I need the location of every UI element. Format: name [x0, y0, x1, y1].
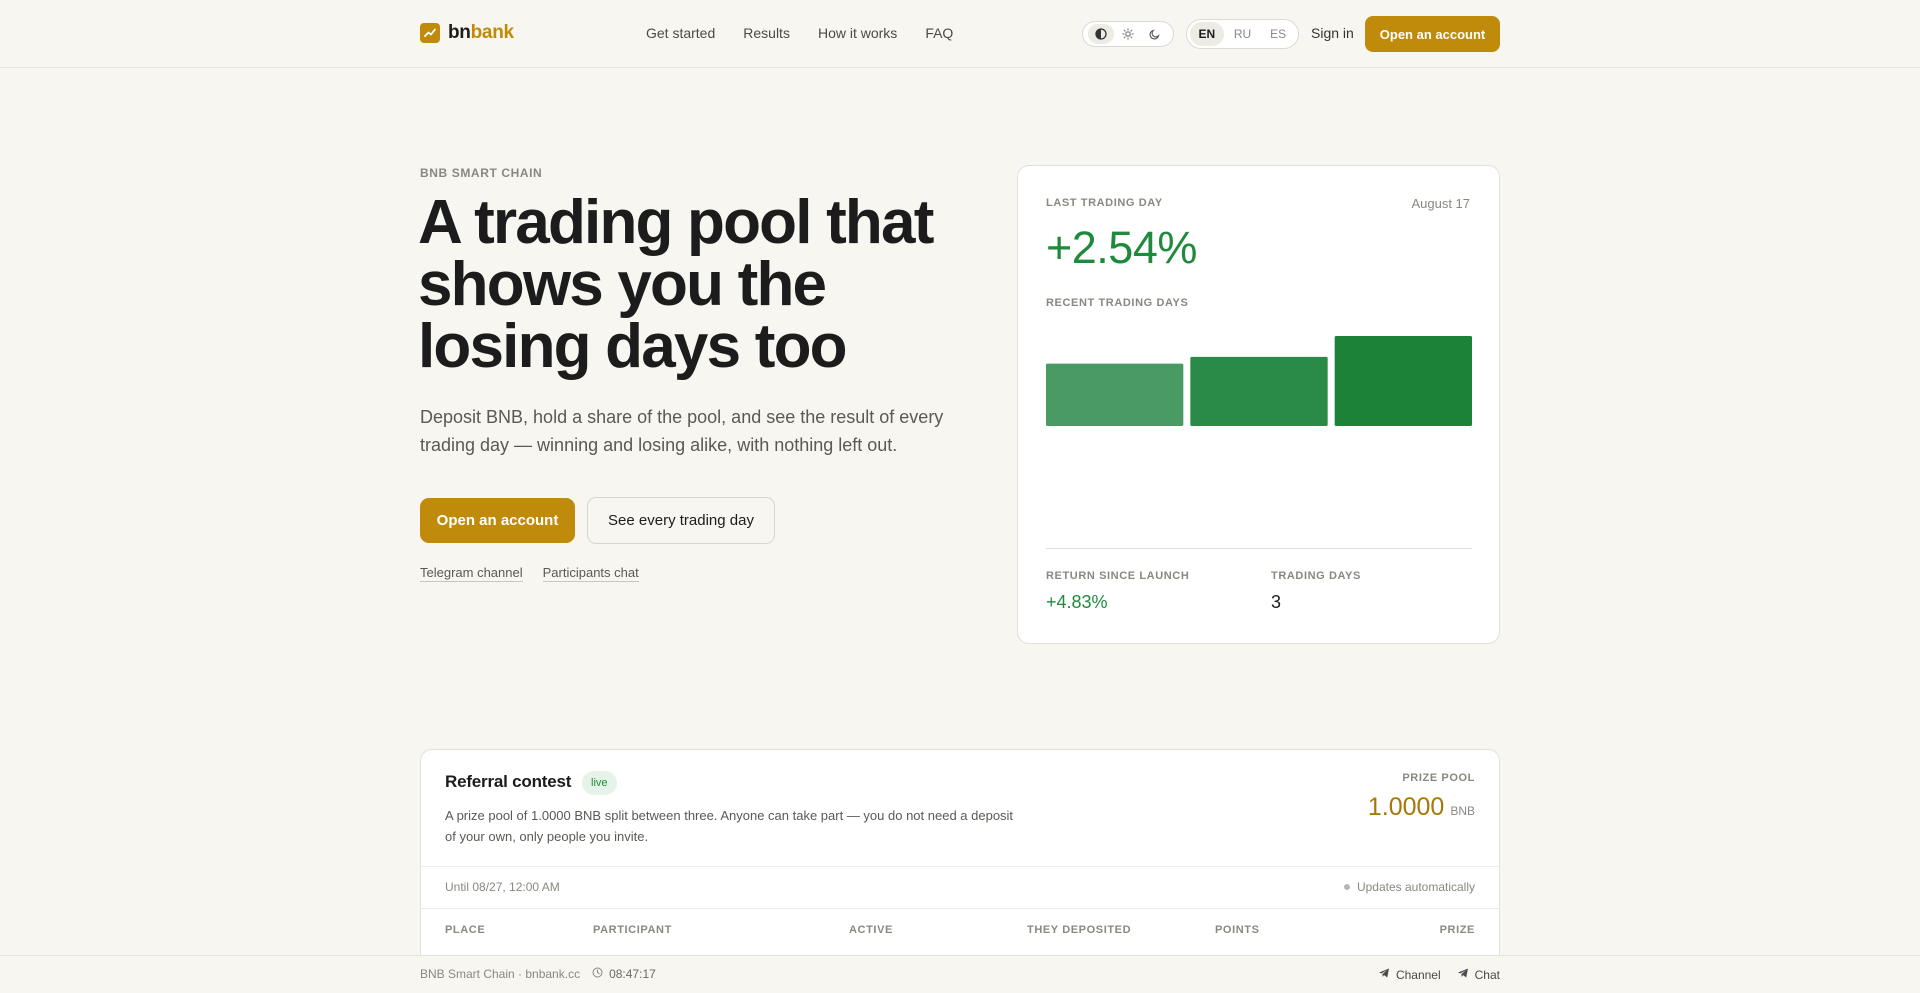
column-points: POINTS: [1215, 924, 1260, 936]
footer-chat-label: Chat: [1474, 967, 1500, 982]
live-badge: live: [582, 771, 617, 795]
telegram-channel-link[interactable]: Telegram channel: [420, 565, 523, 582]
contest-title: Referral contest: [445, 772, 572, 791]
nav-faq[interactable]: FAQ: [925, 25, 953, 41]
sun-icon[interactable]: [1115, 24, 1141, 44]
prize-pool-value: 1.0000 BNB: [1368, 793, 1475, 822]
column-they-deposited: THEY DEPOSITED: [1027, 924, 1132, 936]
brand-name-accent: bank: [470, 22, 514, 43]
column-place: PLACE: [445, 924, 486, 936]
lang-ru[interactable]: RU: [1226, 22, 1260, 46]
hero-headline: A trading pool that shows you the losing…: [418, 188, 934, 381]
column-active: ACTIVE: [849, 924, 893, 936]
return-since-launch-value: +4.83%: [1046, 592, 1108, 612]
contrast-icon[interactable]: [1087, 24, 1114, 44]
nav-how-it-works[interactable]: How it works: [818, 25, 897, 41]
last-trading-day-value: +2.54%: [1046, 222, 1197, 273]
lang-en[interactable]: EN: [1190, 22, 1224, 46]
participants-chat-link[interactable]: Participants chat: [542, 565, 639, 582]
hero-eyebrow: BNB SMART CHAIN: [420, 166, 543, 180]
stats-divider: [1046, 548, 1472, 549]
return-since-launch-label: RETURN SINCE LAUNCH: [1046, 570, 1190, 582]
footer-network-domain: BNB Smart Chain · bnbank.cc: [420, 967, 581, 981]
contest-deadline: Until 08/27, 12:00 AM: [445, 880, 560, 894]
recent-trading-days-label: RECENT TRADING DAYS: [1046, 297, 1189, 309]
sign-in-link[interactable]: Sign in: [1311, 25, 1354, 41]
nav-results[interactable]: Results: [743, 25, 790, 41]
telegram-icon: [1457, 967, 1469, 982]
telegram-icon: [1378, 967, 1390, 982]
footer-chat-link[interactable]: Chat: [1457, 967, 1500, 982]
see-trading-days-button[interactable]: See every trading day: [587, 497, 775, 544]
contest-meta-row: Until 08/27, 12:00 AM Updates automatica…: [421, 866, 1499, 909]
last-trading-day-label: LAST TRADING DAY: [1046, 197, 1163, 209]
footer-info: BNB Smart Chain · bnbank.cc 08:47:17: [420, 967, 656, 981]
trading-days-label: TRADING DAYS: [1271, 570, 1361, 582]
prize-pool-unit: BNB: [1450, 804, 1475, 818]
prize-pool-label: PRIZE POOL: [1402, 772, 1475, 784]
column-participant: PARTICIPANT: [593, 924, 672, 936]
theme-switcher: [1082, 21, 1174, 47]
footer-links: Channel Chat: [1378, 967, 1500, 982]
recent-days-bar-chart: [1046, 336, 1472, 426]
contest-description: A prize pool of 1.0000 BNB split between…: [445, 808, 1014, 844]
footer-channel-label: Channel: [1395, 967, 1441, 982]
brand-logo[interactable]: bnbank: [420, 22, 514, 44]
clock-icon: [592, 967, 603, 981]
footer-time: 08:47:17: [609, 967, 656, 981]
last-trading-day-date: August 17: [1411, 196, 1470, 211]
column-prize: PRIZE: [1439, 924, 1475, 936]
prize-pool-amount: 1.0000: [1367, 793, 1445, 821]
hero-links: Telegram channel Participants chat: [420, 565, 639, 582]
stats-card: LAST TRADING DAY August 17 +2.54% RECENT…: [1017, 165, 1500, 644]
lang-es[interactable]: ES: [1261, 22, 1295, 46]
auto-update-status: Updates automatically: [1343, 880, 1475, 894]
brand-name: bnbank: [448, 22, 514, 44]
footer-clock: 08:47:17: [592, 967, 656, 981]
main-nav: Get started Results How it works FAQ: [646, 25, 953, 41]
top-navigation-bar: bnbank Get started Results How it works …: [0, 0, 1920, 68]
footer-channel-link[interactable]: Channel: [1378, 967, 1441, 982]
hero-subcopy: Deposit BNB, hold a share of the pool, a…: [420, 407, 944, 455]
moon-icon[interactable]: [1142, 24, 1168, 44]
chart-bar-2[interactable]: [1190, 356, 1328, 426]
contest-table-header: PLACE PARTICIPANT ACTIVE THEY DEPOSITED …: [421, 909, 1499, 951]
trend-up-icon: [420, 23, 440, 43]
chart-bar-3[interactable]: [1334, 336, 1472, 426]
status-dot-icon: [1343, 884, 1350, 890]
open-account-button[interactable]: Open an account: [420, 498, 575, 543]
chart-bar-1[interactable]: [1046, 363, 1184, 426]
brand-name-main: bn: [448, 22, 471, 43]
footer-bar: BNB Smart Chain · bnbank.cc 08:47:17 Cha…: [0, 955, 1920, 993]
nav-get-started[interactable]: Get started: [646, 25, 715, 41]
auto-update-text: Updates automatically: [1356, 880, 1475, 894]
trading-days-value: 3: [1271, 592, 1282, 612]
language-switcher: EN RU ES: [1186, 19, 1299, 49]
open-account-button-header[interactable]: Open an account: [1365, 16, 1500, 52]
